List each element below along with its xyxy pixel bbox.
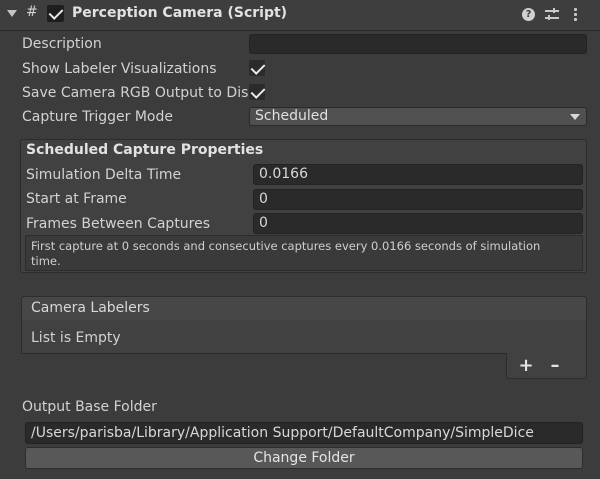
checkmark-icon xyxy=(48,5,64,20)
delta-time-label: Simulation Delta Time xyxy=(26,167,182,183)
scheduled-capture-title: Scheduled Capture Properties xyxy=(26,142,264,158)
camera-labelers-empty: List is Empty xyxy=(21,320,587,354)
presets-icon[interactable] xyxy=(545,8,559,22)
start-frame-field[interactable]: 0 xyxy=(253,189,583,210)
foldout-triangle-icon[interactable] xyxy=(7,10,17,17)
save-rgb-label: Save Camera RGB Output to Disk xyxy=(22,85,257,101)
script-icon: # xyxy=(26,4,38,20)
capture-mode-dropdown[interactable]: Scheduled xyxy=(249,107,587,126)
show-visualizations-label: Show Labeler Visualizations xyxy=(22,61,217,77)
capture-info-line2: time. xyxy=(31,254,61,268)
description-label: Description xyxy=(22,36,102,52)
capture-mode-value: Scheduled xyxy=(255,108,329,124)
capture-mode-label: Capture Trigger Mode xyxy=(22,109,173,125)
camera-labelers-header: Camera Labelers xyxy=(21,296,587,321)
component-title: Perception Camera (Script) xyxy=(72,5,288,21)
output-path-field[interactable]: /Users/parisba/Library/Application Suppo… xyxy=(25,422,583,444)
capture-info-line1: First capture at 0 seconds and consecuti… xyxy=(31,239,541,253)
component-enabled-checkbox[interactable] xyxy=(47,5,64,22)
capture-info-box: First capture at 0 seconds and consecuti… xyxy=(25,235,583,271)
show-visualizations-checkbox[interactable] xyxy=(249,60,266,76)
remove-labeler-button[interactable]: – xyxy=(545,356,565,376)
description-field[interactable] xyxy=(249,34,587,54)
checkmark-icon xyxy=(250,60,266,75)
frames-between-field[interactable]: 0 xyxy=(253,213,583,234)
checkmark-icon xyxy=(250,84,266,99)
help-icon[interactable]: ? xyxy=(522,8,535,21)
chevron-down-icon xyxy=(570,114,580,120)
delta-time-field[interactable]: 0.0166 xyxy=(253,164,583,185)
kebab-menu-icon[interactable] xyxy=(573,8,577,22)
change-folder-button[interactable]: Change Folder xyxy=(25,447,583,469)
frames-between-label: Frames Between Captures xyxy=(26,216,211,232)
save-rgb-checkbox[interactable] xyxy=(249,84,266,100)
output-folder-label: Output Base Folder xyxy=(22,399,157,415)
add-labeler-button[interactable]: + xyxy=(516,356,536,376)
start-frame-label: Start at Frame xyxy=(26,191,127,207)
